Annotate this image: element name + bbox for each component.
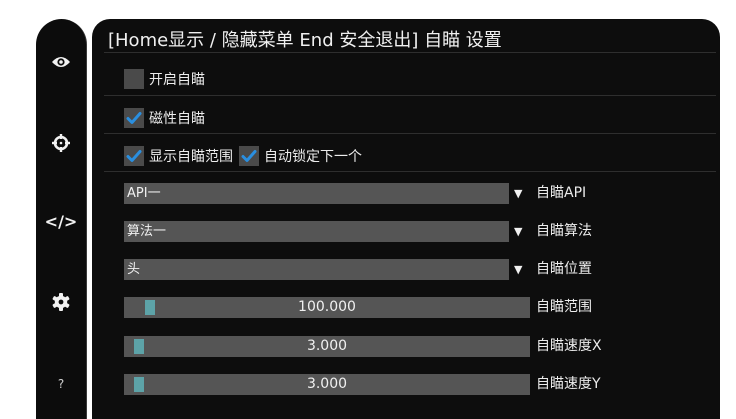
code-icon: </> bbox=[44, 211, 78, 231]
aim-speed-x-label: 自瞄速度X bbox=[536, 338, 602, 354]
sidebar-item-visuals[interactable] bbox=[36, 42, 86, 82]
show-aim-range-checkbox[interactable] bbox=[124, 146, 144, 166]
range-lock-row: 显示自瞄范围 自动锁定下一个 bbox=[124, 146, 368, 166]
magnetic-aim-label: 磁性自瞄 bbox=[149, 111, 205, 127]
aim-speed-y-value: 3.000 bbox=[306, 376, 348, 392]
sidebar: </> ? bbox=[36, 19, 87, 419]
magnetic-aim-checkbox[interactable] bbox=[124, 108, 144, 128]
aim-algorithm-dropdown-arrow-icon[interactable]: ▼ bbox=[514, 221, 522, 242]
aim-range-value: 100.000 bbox=[298, 299, 356, 315]
divider bbox=[104, 95, 716, 96]
sidebar-item-misc[interactable]: </> bbox=[36, 201, 86, 241]
enable-aim-checkbox[interactable] bbox=[124, 69, 144, 89]
window-title: [Home显示 / 隐藏菜单 End 安全退出] 自瞄 设置 bbox=[108, 30, 502, 51]
aim-algorithm-combo[interactable]: 算法一 bbox=[124, 221, 509, 242]
aim-position-dropdown-arrow-icon[interactable]: ▼ bbox=[514, 259, 522, 280]
sidebar-item-help[interactable]: ? bbox=[36, 364, 86, 404]
divider bbox=[104, 171, 716, 172]
enable-aim-row: 开启自瞄 bbox=[124, 69, 211, 89]
aim-speed-y-slider[interactable]: 3.000 bbox=[124, 374, 530, 395]
aim-position-combo[interactable]: 头 bbox=[124, 259, 509, 280]
enable-aim-label: 开启自瞄 bbox=[149, 72, 205, 88]
aim-api-label: 自瞄API bbox=[536, 185, 587, 201]
settings-window: [Home显示 / 隐藏菜单 End 安全退出] 自瞄 设置 开启自瞄 磁性自瞄… bbox=[92, 19, 720, 419]
check-icon bbox=[126, 150, 142, 162]
aim-range-label: 自瞄范围 bbox=[536, 299, 592, 315]
gear-icon bbox=[52, 293, 70, 311]
aim-range-slider[interactable]: 100.000 bbox=[124, 297, 530, 318]
magnetic-aim-row: 磁性自瞄 bbox=[124, 108, 211, 128]
eye-icon bbox=[51, 55, 71, 69]
sidebar-item-aimbot[interactable] bbox=[36, 123, 86, 163]
auto-lock-next-label: 自动锁定下一个 bbox=[264, 149, 362, 165]
sidebar-item-settings[interactable] bbox=[36, 282, 86, 322]
aim-api-dropdown-arrow-icon[interactable]: ▼ bbox=[514, 183, 522, 204]
divider bbox=[104, 133, 716, 134]
aim-speed-x-value: 3.000 bbox=[306, 338, 348, 354]
auto-lock-next-checkbox[interactable] bbox=[239, 146, 259, 166]
check-icon bbox=[126, 112, 142, 124]
title-divider bbox=[104, 52, 716, 53]
show-aim-range-label: 显示自瞄范围 bbox=[149, 149, 233, 165]
aim-algorithm-label: 自瞄算法 bbox=[536, 223, 592, 239]
aim-speed-y-label: 自瞄速度Y bbox=[536, 376, 601, 392]
aim-position-label: 自瞄位置 bbox=[536, 261, 592, 277]
help-icon: ? bbox=[57, 377, 65, 391]
crosshair-icon bbox=[52, 134, 70, 152]
check-icon bbox=[241, 150, 257, 162]
aim-api-combo[interactable]: API一 bbox=[124, 183, 509, 204]
aim-speed-x-slider[interactable]: 3.000 bbox=[124, 336, 530, 357]
